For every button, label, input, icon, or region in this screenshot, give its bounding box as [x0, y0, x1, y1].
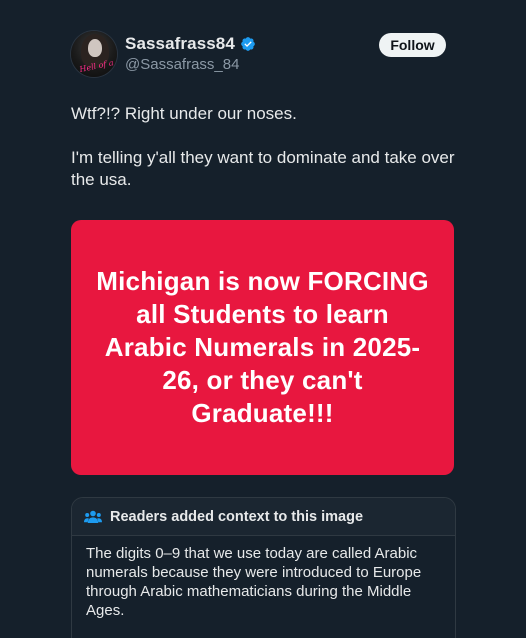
people-icon [84, 510, 102, 524]
community-note-body: The digits 0–9 that we use today are cal… [86, 545, 422, 619]
community-note-header: Readers added context to this image [72, 498, 455, 536]
tweet-text-line-1: Wtf?!? Right under our noses. [71, 104, 297, 123]
tweet-image-text: Michigan is now FORCING all Students to … [96, 266, 429, 428]
community-note[interactable]: Readers added context to this image The … [71, 497, 456, 638]
tweet-card: Hell of a Sassy Sassafrass84 @Sassafrass… [0, 0, 526, 638]
author-display-name[interactable]: Sassafrass84 [125, 34, 235, 54]
avatar[interactable]: Hell of a Sassy [71, 31, 117, 77]
avatar-face [88, 39, 102, 57]
tweet-text-line-2: I'm telling y'all they want to dominate … [71, 148, 455, 189]
tweet-text: Wtf?!? Right under our noses. I'm tellin… [71, 103, 461, 191]
follow-button[interactable]: Follow [379, 33, 446, 57]
verified-badge-icon[interactable] [240, 36, 256, 52]
tweet-image[interactable]: Michigan is now FORCING all Students to … [71, 220, 454, 475]
author-handle[interactable]: @Sassafrass_84 [125, 56, 239, 73]
author-name-row: Sassafrass84 [125, 34, 256, 54]
community-note-title: Readers added context to this image [110, 508, 364, 525]
